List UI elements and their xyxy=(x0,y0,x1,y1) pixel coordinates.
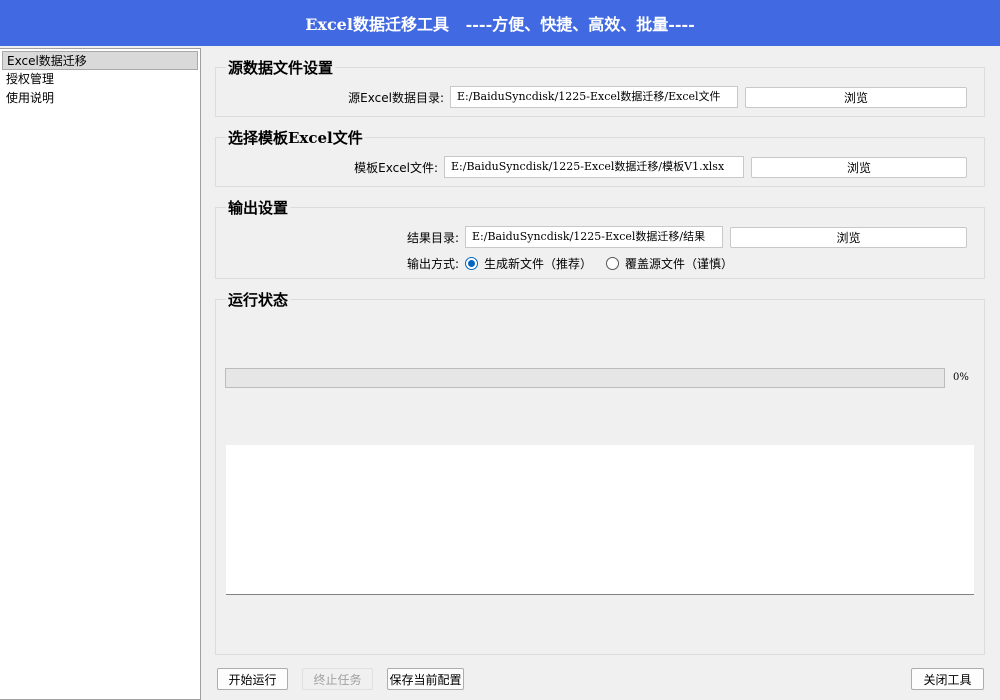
radio-overwrite-source[interactable]: 覆盖源文件（谨慎） xyxy=(606,255,733,272)
source-browse-button[interactable]: 浏览 xyxy=(745,86,967,108)
app-title: Excel数据迁移工具 ----方便、快捷、高效、批量---- xyxy=(305,15,695,34)
log-output-area[interactable] xyxy=(226,445,974,595)
progress-percent: 0% xyxy=(953,372,969,383)
source-dir-input[interactable]: E:/BaiduSyncdisk/1225-Excel数据迁移/Excel文件 xyxy=(450,86,738,108)
sidebar-item-help[interactable]: 使用说明 xyxy=(2,89,198,108)
close-tool-button[interactable]: 关闭工具 xyxy=(911,668,984,690)
template-settings-title: 选择模板Excel文件 xyxy=(226,127,365,148)
save-config-button[interactable]: 保存当前配置 xyxy=(387,668,464,690)
template-file-label: 模板Excel文件: xyxy=(354,160,438,175)
output-settings-title: 输出设置 xyxy=(226,197,291,218)
output-dir-label: 结果目录: xyxy=(406,230,459,245)
template-browse-button[interactable]: 浏览 xyxy=(751,156,967,178)
app-title-bar: Excel数据迁移工具 ----方便、快捷、高效、批量---- xyxy=(0,0,1000,46)
sidebar: Excel数据迁移 授权管理 使用说明 xyxy=(0,48,201,700)
output-browse-button[interactable]: 浏览 xyxy=(730,226,967,248)
source-dir-label: 源Excel数据目录: xyxy=(348,90,444,105)
template-file-input[interactable]: E:/BaiduSyncdisk/1225-Excel数据迁移/模板V1.xls… xyxy=(444,156,744,178)
run-status-title: 运行状态 xyxy=(226,289,291,310)
radio-generate-new[interactable]: 生成新文件（推荐） xyxy=(465,255,592,272)
sidebar-item-excel-migration[interactable]: Excel数据迁移 xyxy=(2,51,198,70)
stop-task-button[interactable]: 终止任务 xyxy=(302,668,373,690)
radio-overwrite-source-label: 覆盖源文件（谨慎） xyxy=(625,257,734,271)
sidebar-item-license[interactable]: 授权管理 xyxy=(2,70,198,89)
radio-generate-new-indicator[interactable] xyxy=(465,257,478,270)
progress-bar xyxy=(225,368,945,388)
radio-generate-new-label: 生成新文件（推荐） xyxy=(484,257,593,271)
source-settings-title: 源数据文件设置 xyxy=(226,57,336,78)
output-mode-label: 输出方式: xyxy=(406,257,459,271)
output-dir-input[interactable]: E:/BaiduSyncdisk/1225-Excel数据迁移/结果 xyxy=(465,226,723,248)
start-run-button[interactable]: 开始运行 xyxy=(217,668,288,690)
radio-overwrite-source-indicator[interactable] xyxy=(606,257,620,270)
